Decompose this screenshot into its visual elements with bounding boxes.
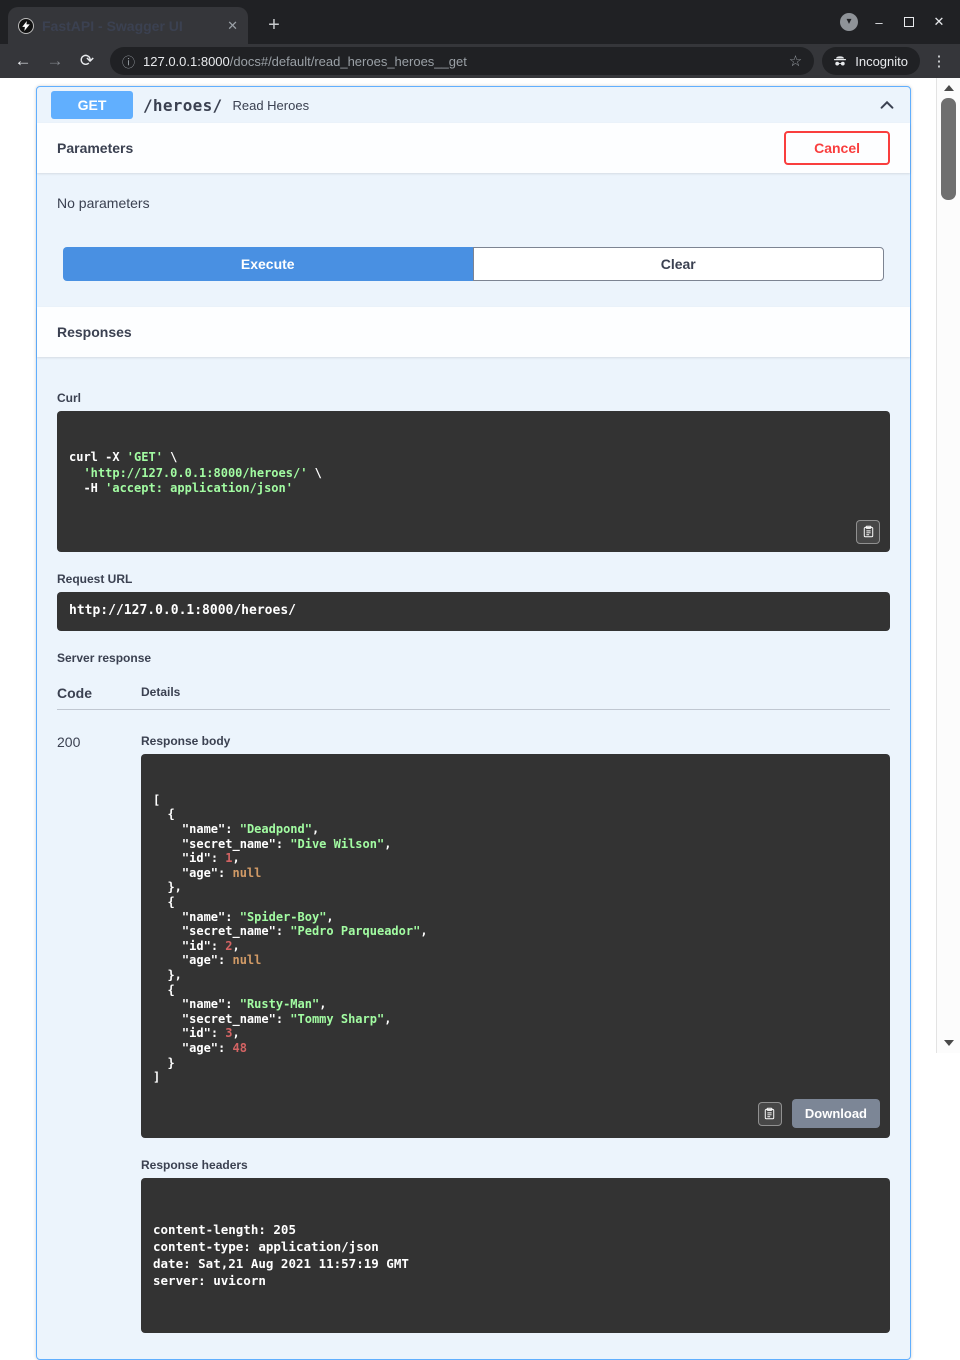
curl-command-block: curl -X 'GET' \ 'http://127.0.0.1:8000/h… [57,411,890,552]
incognito-badge: Incognito [822,47,920,75]
cancel-button[interactable]: Cancel [784,131,890,165]
response-body-block: [ { "name": "Deadpond", "secret_name": "… [141,754,890,1139]
page-scrollbar[interactable] [936,78,960,1053]
response-details-cell: Response body [ { "name": "Deadpond", "s… [141,734,890,1334]
back-button[interactable]: ← [8,47,38,75]
response-body-json: [ { "name": "Deadpond", "secret_name": "… [153,793,878,1085]
download-button[interactable]: Download [792,1099,880,1128]
url-text[interactable]: 127.0.0.1:8000/docs#/default/read_heroes… [143,54,781,69]
scrollbar-thumb[interactable] [941,98,956,200]
bookmark-star-icon[interactable]: ☆ [789,52,802,70]
tab-search-button[interactable]: ▾ [834,0,864,44]
copy-curl-button[interactable] [856,520,880,544]
forward-button[interactable]: → [40,47,70,75]
response-headers-block: content-length: 205content-type: applica… [141,1178,890,1333]
execute-button[interactable]: Execute [63,247,473,281]
close-window-button[interactable]: ✕ [924,0,954,44]
response-row-200: 200 Response body [ { "name": "Deadpond"… [57,710,890,1334]
chevron-down-icon: ▾ [840,13,858,31]
maximize-button[interactable] [894,0,924,44]
copy-response-button[interactable] [758,1102,782,1126]
responses-title: Responses [57,324,132,340]
maximize-icon [904,17,914,27]
http-method-badge: GET [51,91,133,119]
browser-titlebar: FastAPI - Swagger UI ✕ + ▾ – ✕ [0,0,960,44]
curl-command-text: curl -X 'GET' \ 'http://127.0.0.1:8000/h… [69,450,878,497]
fastapi-favicon-icon [18,18,34,34]
page-info-icon[interactable]: ⓘ [122,52,135,71]
execute-row: Execute Clear [37,247,910,307]
response-headers-text: content-length: 205content-type: applica… [153,1222,878,1290]
tab-title: FastAPI - Swagger UI [42,18,219,34]
response-body-label: Response body [141,734,890,748]
new-tab-button[interactable]: + [260,11,288,39]
swagger-page: GET /heroes/ Read Heroes Parameters Canc… [0,78,960,1053]
browser-menu-button[interactable]: ⋮ [926,52,952,70]
response-body-actions: Download [758,1099,880,1128]
incognito-icon [832,53,848,69]
browser-tab[interactable]: FastAPI - Swagger UI ✕ [8,7,248,44]
url-path: /docs#/default/read_heroes_heroes__get [230,54,467,69]
details-column-header: Details [141,685,180,701]
window-controls: ▾ – ✕ [834,0,954,44]
address-bar[interactable]: ⓘ 127.0.0.1:8000/docs#/default/read_hero… [110,47,814,75]
reload-button[interactable]: ⟳ [72,47,102,75]
responses-header: Responses [37,307,910,357]
status-code: 200 [57,734,141,1334]
server-response-label: Server response [57,651,890,665]
tab-close-icon[interactable]: ✕ [227,19,238,32]
no-parameters-text: No parameters [37,173,910,247]
response-headers-label: Response headers [141,1158,890,1172]
minimize-button[interactable]: – [864,0,894,44]
operation-path: /heroes/ [143,96,222,115]
request-url-block: http://127.0.0.1:8000/heroes/ [57,592,890,631]
clear-button[interactable]: Clear [473,247,885,281]
code-column-header: Code [57,685,141,701]
responses-content: Curl curl -X 'GET' \ 'http://127.0.0.1:8… [37,357,910,1359]
tab-parameters[interactable]: Parameters [57,140,784,156]
operation-summary: Read Heroes [232,98,309,113]
request-url-label: Request URL [57,572,890,586]
scroll-down-arrow[interactable] [937,1035,960,1051]
opblock-summary[interactable]: GET /heroes/ Read Heroes [37,87,910,123]
curl-label: Curl [57,391,890,405]
url-host: 127.0.0.1:8000 [143,54,230,69]
opblock-get-heroes: GET /heroes/ Read Heroes Parameters Canc… [36,86,911,1360]
collapse-chevron-up-icon[interactable] [878,96,896,114]
scroll-up-arrow[interactable] [937,80,960,96]
response-table-header: Code Details [57,671,890,710]
browser-toolbar: ← → ⟳ ⓘ 127.0.0.1:8000/docs#/default/rea… [0,44,960,78]
parameters-header: Parameters Cancel [37,123,910,173]
incognito-label: Incognito [855,54,908,69]
